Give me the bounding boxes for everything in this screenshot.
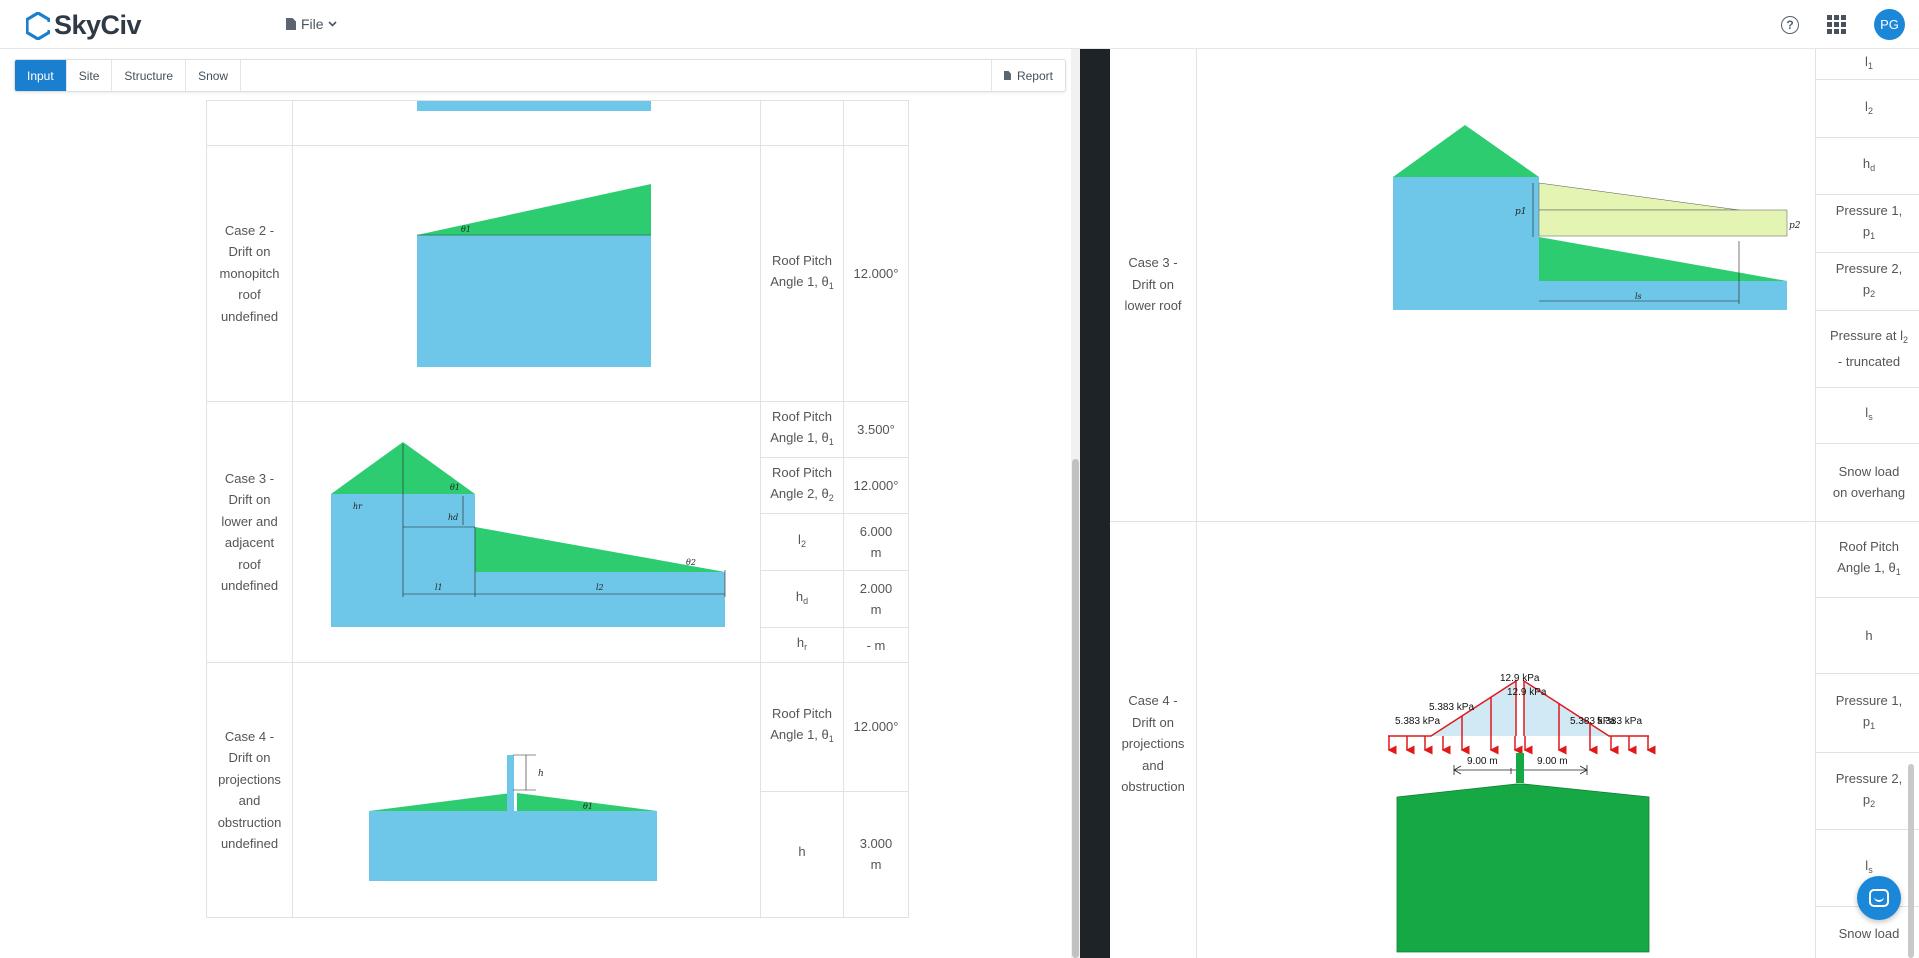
case-2-name: Case 2 - Drift on monopitch roof undefin… bbox=[206, 145, 293, 402]
report-button[interactable]: Report bbox=[990, 60, 1065, 91]
result-label: Pressure at l2 - truncated bbox=[1815, 309, 1919, 388]
result-label: Pressure 2, p2 bbox=[1815, 252, 1919, 311]
results-panel: Case 3 - Drift on lower roof p1 p2 ls l1… bbox=[1110, 49, 1919, 958]
svg-text:hd: hd bbox=[448, 513, 458, 522]
case-3-param-label: Roof Pitch Angle 2, θ2 bbox=[760, 457, 844, 514]
right-scrollbar-thumb[interactable] bbox=[1908, 764, 1914, 958]
result-label: l2 bbox=[1815, 79, 1919, 139]
case-3-param-label: l2 bbox=[760, 513, 844, 571]
tab-structure[interactable]: Structure bbox=[112, 60, 187, 91]
case-3-diagram-cell: p1 p2 ls bbox=[1196, 49, 1816, 522]
chat-button[interactable] bbox=[1857, 876, 1901, 920]
result-label: h bbox=[1815, 597, 1919, 674]
case-2-param-value: 12.000° bbox=[843, 145, 909, 402]
partial-diagram-cell bbox=[292, 100, 761, 146]
svg-text:θ1: θ1 bbox=[450, 483, 460, 492]
table-row: Case 3 - Drift on lower roof p1 p2 ls l1 bbox=[1110, 49, 1919, 522]
case-3-param-value: 2.000 m bbox=[843, 570, 909, 628]
table-row: Case 4 - Drift on projections and obstru… bbox=[1110, 521, 1919, 958]
file-icon bbox=[286, 18, 296, 30]
apps-grid-icon[interactable] bbox=[1827, 15, 1846, 34]
file-menu[interactable]: File bbox=[286, 16, 337, 32]
monopitch-drift-diagram: θ1 bbox=[417, 184, 651, 367]
logo-text: SkyCiv bbox=[54, 10, 142, 40]
case-4-diagram-cell: 12.9 kPa 12.9 kPa 5.383 kPa 5.383 kPa 5.… bbox=[1196, 521, 1816, 958]
chevron-down-icon bbox=[327, 21, 337, 27]
drift-results-table: Case 3 - Drift on lower roof p1 p2 ls l1… bbox=[1110, 49, 1919, 958]
file-menu-label: File bbox=[301, 16, 324, 32]
left-scrollbar-thumb[interactable] bbox=[1072, 459, 1079, 958]
svg-text:θ1: θ1 bbox=[461, 225, 471, 234]
tab-site[interactable]: Site bbox=[67, 60, 113, 91]
case-3-param-label: Roof Pitch Angle 1, θ1 bbox=[760, 401, 844, 458]
svg-text:θ1: θ1 bbox=[583, 802, 593, 811]
avatar[interactable]: PG bbox=[1874, 9, 1905, 40]
svg-text:5.383 kPa: 5.383 kPa bbox=[1429, 702, 1474, 713]
table-row: Case 3 - Drift on lower and adjacent roo… bbox=[206, 401, 909, 663]
top-bar: SkyCiv File ? PG bbox=[0, 0, 1919, 49]
result-label: Pressure 2, p2 bbox=[1815, 752, 1919, 830]
tab-snow[interactable]: Snow bbox=[186, 60, 242, 91]
svg-text:5.383 kPa: 5.383 kPa bbox=[1597, 716, 1642, 727]
case-4-name: Case 4 - Drift on projections and obstru… bbox=[1110, 521, 1197, 958]
svg-text:12.9 kPa: 12.9 kPa bbox=[1500, 673, 1540, 684]
projection-load-diagram: 12.9 kPa 12.9 kPa 5.383 kPa 5.383 kPa 5.… bbox=[1387, 673, 1656, 953]
help-icon[interactable]: ? bbox=[1781, 15, 1799, 34]
chat-icon bbox=[1869, 889, 1889, 907]
table-row: Case 4 - Drift on projections and obstru… bbox=[206, 662, 909, 918]
case-4-param-label: h bbox=[760, 790, 844, 918]
case-4-param-value: 3.000 m bbox=[843, 790, 909, 918]
report-label: Report bbox=[1016, 68, 1053, 83]
case-3-param-label: hd bbox=[760, 570, 844, 628]
table-row bbox=[206, 100, 909, 146]
case-3-diagram-cell: hr θ1 hd θ2 l1 l2 bbox=[292, 401, 761, 663]
case-3-name: Case 3 - Drift on lower and adjacent roo… bbox=[206, 401, 293, 663]
case-3-param-value: - m bbox=[843, 627, 909, 663]
case-4-param-label: Roof Pitch Angle 1, θ1 bbox=[760, 662, 844, 792]
table-row: Case 2 - Drift on monopitch roof undefin… bbox=[206, 145, 909, 402]
previous-case-diagram bbox=[417, 101, 651, 111]
result-label: Snow load on overhang bbox=[1815, 442, 1919, 523]
svg-text:9.00 m: 9.00 m bbox=[1537, 756, 1568, 767]
panel-divider[interactable] bbox=[1080, 49, 1110, 958]
document-icon bbox=[1003, 71, 1011, 80]
case-3-param-value: 6.000 m bbox=[843, 513, 909, 571]
svg-text:12.9 kPa: 12.9 kPa bbox=[1507, 687, 1547, 698]
svg-text:θ2: θ2 bbox=[686, 558, 696, 567]
case-2-diagram-cell: θ1 bbox=[292, 145, 761, 402]
svg-text:p1: p1 bbox=[1515, 207, 1527, 217]
logo[interactable]: SkyCiv bbox=[26, 10, 142, 41]
lower-roof-drift-diagram: p1 p2 ls bbox=[1393, 125, 1801, 310]
svg-text:p2: p2 bbox=[1789, 221, 1801, 231]
svg-text:l1: l1 bbox=[435, 583, 443, 592]
result-label: Pressure 1, p1 bbox=[1815, 194, 1919, 254]
case-3-name: Case 3 - Drift on lower roof bbox=[1110, 49, 1197, 522]
result-label: hd bbox=[1815, 137, 1919, 196]
result-label: l1 bbox=[1815, 49, 1919, 81]
drift-cases-table: Case 2 - Drift on monopitch roof undefin… bbox=[206, 100, 909, 918]
case-4-diagram-cell: h θ1 bbox=[292, 662, 761, 918]
svg-text:5.383 kPa: 5.383 kPa bbox=[1395, 716, 1440, 727]
adjacent-roof-drift-diagram: hr θ1 hd θ2 l1 l2 bbox=[331, 442, 726, 627]
tab-input[interactable]: Input bbox=[15, 60, 67, 91]
case-3-param-value: 12.000° bbox=[843, 457, 909, 514]
svg-text:9.00 m: 9.00 m bbox=[1467, 756, 1498, 767]
case-4-name: Case 4 - Drift on projections and obstru… bbox=[206, 662, 293, 918]
input-panel: Input Site Structure Snow Report Case 2 … bbox=[0, 49, 1072, 958]
case-3-param-label: hr bbox=[760, 627, 844, 663]
projection-drift-diagram: h θ1 bbox=[369, 754, 657, 881]
svg-text:ls: ls bbox=[1635, 292, 1642, 301]
case-4-param-value: 12.000° bbox=[843, 662, 909, 792]
svg-text:l2: l2 bbox=[596, 583, 604, 592]
result-label: Roof Pitch Angle 1, θ1 bbox=[1815, 521, 1919, 598]
case-3-param-value: 3.500° bbox=[843, 401, 909, 458]
result-label: ls bbox=[1815, 386, 1919, 444]
svg-text:h: h bbox=[538, 769, 544, 779]
left-scrollbar[interactable] bbox=[1071, 49, 1080, 958]
result-label: Pressure 1, p1 bbox=[1815, 673, 1919, 753]
case-2-param-label: Roof Pitch Angle 1, θ1 bbox=[760, 145, 844, 402]
svg-text:hr: hr bbox=[353, 502, 363, 511]
tab-bar: Input Site Structure Snow Report bbox=[14, 59, 1066, 92]
skyciv-logo-icon bbox=[26, 11, 50, 40]
